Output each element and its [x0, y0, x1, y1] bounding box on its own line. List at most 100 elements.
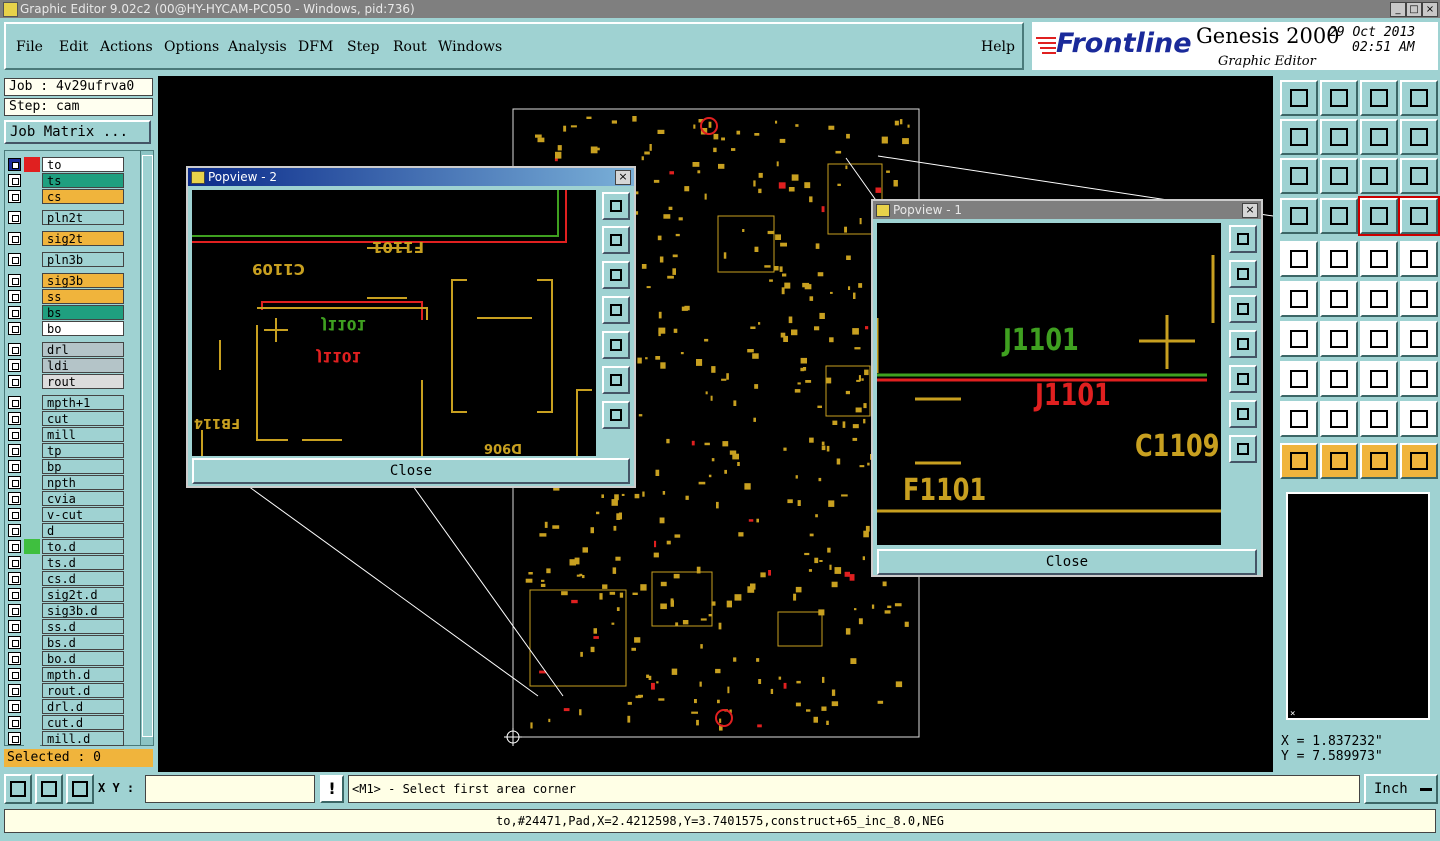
layer-color-swatch[interactable] — [24, 459, 40, 474]
tool-snap-icon[interactable] — [1280, 361, 1318, 397]
tool-select-poly-icon[interactable] — [1360, 443, 1398, 479]
layer-checkbox[interactable] — [8, 428, 21, 441]
layer-checkbox[interactable] — [8, 588, 21, 601]
popview-pan-right-button[interactable] — [602, 331, 630, 359]
layer-color-swatch[interactable] — [24, 539, 40, 554]
tool-layers-a-icon[interactable] — [1358, 196, 1400, 236]
layer-color-swatch[interactable] — [24, 252, 40, 267]
layer-row-bs[interactable]: bs — [6, 305, 124, 320]
layer-row-ss.d[interactable]: ss.d — [6, 619, 124, 634]
layer-row-bo[interactable]: bo — [6, 321, 124, 336]
layer-row-rout.d[interactable]: rout.d — [6, 683, 124, 698]
layer-checkbox[interactable] — [8, 492, 21, 505]
layer-row-ts[interactable]: ts — [6, 173, 124, 188]
layer-name[interactable]: bo.d — [42, 651, 124, 666]
layer-checkbox[interactable] — [8, 375, 21, 388]
layer-name[interactable]: ss — [42, 289, 124, 304]
grid-icon[interactable] — [66, 774, 94, 804]
popview-pan-right-button[interactable] — [1229, 365, 1257, 393]
tool-import-icon[interactable] — [1280, 119, 1318, 155]
close-icon[interactable]: × — [1422, 2, 1438, 17]
tool-flip-icon[interactable] — [1400, 321, 1438, 357]
layer-name[interactable]: rout.d — [42, 683, 124, 698]
tool-scale-icon[interactable] — [1360, 158, 1398, 194]
layer-name[interactable]: to — [42, 157, 124, 172]
layer-row-cut.d[interactable]: cut.d — [6, 715, 124, 730]
layer-color-swatch[interactable] — [24, 587, 40, 602]
popview-zoom-in-button[interactable] — [602, 366, 630, 394]
layer-row-ss[interactable]: ss — [6, 289, 124, 304]
layer-row-drl.d[interactable]: drl.d — [6, 699, 124, 714]
layer-name[interactable]: npth — [42, 475, 124, 490]
layer-color-swatch[interactable] — [24, 507, 40, 522]
layer-checkbox[interactable] — [8, 306, 21, 319]
layer-name[interactable]: to.d — [42, 539, 124, 554]
menu-options[interactable]: Options — [164, 39, 219, 55]
layer-checkbox[interactable] — [8, 322, 21, 335]
layer-color-swatch[interactable] — [24, 443, 40, 458]
layer-checkbox[interactable] — [8, 716, 21, 729]
layer-name[interactable]: cs — [42, 189, 124, 204]
menu-rout[interactable]: Rout — [393, 39, 427, 55]
tool-fit-icon[interactable] — [1280, 158, 1318, 194]
layer-color-swatch[interactable] — [24, 651, 40, 666]
layer-name[interactable]: cvia — [42, 491, 124, 506]
layer-checkbox[interactable] — [8, 232, 21, 245]
popview-zoom-out-button[interactable] — [1229, 435, 1257, 463]
popview-2-titlebar[interactable]: Popview - 2 × — [188, 168, 634, 186]
layer-checkbox[interactable] — [8, 253, 21, 266]
layer-color-swatch[interactable] — [24, 571, 40, 586]
tool-ring-icon[interactable] — [1400, 361, 1438, 397]
layer-row-to[interactable]: to — [6, 157, 124, 172]
layer-color-swatch[interactable] — [24, 289, 40, 304]
layer-row-npth[interactable]: npth — [6, 475, 124, 490]
tool-home-icon[interactable] — [1360, 80, 1398, 116]
layer-checkbox[interactable] — [8, 684, 21, 697]
layer-color-swatch[interactable] — [24, 427, 40, 442]
layer-name[interactable]: cut — [42, 411, 124, 426]
layer-name[interactable]: ldi — [42, 358, 124, 373]
menu-dfm[interactable]: DFM — [298, 39, 333, 55]
tool-select-box-icon[interactable] — [1320, 443, 1358, 479]
layer-checkbox[interactable] — [8, 524, 21, 537]
popview-pan-left-button[interactable] — [1229, 330, 1257, 358]
tool-draw-icon[interactable] — [1400, 401, 1438, 437]
close-icon[interactable]: × — [1242, 203, 1258, 218]
layer-row-mpth+1[interactable]: mpth+1 — [6, 395, 124, 410]
tool-dimension-icon[interactable] — [1360, 361, 1398, 397]
layer-name[interactable]: drl — [42, 342, 124, 357]
menu-actions[interactable]: Actions — [100, 39, 153, 55]
layer-color-swatch[interactable] — [24, 305, 40, 320]
layer-list-scrollbar[interactable] — [140, 151, 153, 745]
layer-color-swatch[interactable] — [24, 603, 40, 618]
tool-cross-icon[interactable] — [1320, 281, 1358, 317]
layer-name[interactable]: cs.d — [42, 571, 124, 586]
layer-name[interactable]: rout — [42, 374, 124, 389]
layer-checkbox[interactable] — [8, 412, 21, 425]
tool-ruler-icon[interactable] — [1360, 241, 1398, 277]
layer-color-swatch[interactable] — [24, 210, 40, 225]
units-selector[interactable]: Inch — [1364, 774, 1438, 804]
layer-checkbox[interactable] — [8, 572, 21, 585]
tool-circle-icon[interactable] — [1400, 241, 1438, 277]
layer-row-drl[interactable]: drl — [6, 342, 124, 357]
layer-name[interactable]: sig3b — [42, 273, 124, 288]
layer-checkbox[interactable] — [8, 652, 21, 665]
layer-name[interactable]: sig2t — [42, 231, 124, 246]
menu-edit[interactable]: Edit — [59, 39, 88, 55]
layer-row-v-cut[interactable]: v-cut — [6, 507, 124, 522]
layer-name[interactable]: mill — [42, 427, 124, 442]
tool-select-net-icon[interactable] — [1400, 443, 1438, 479]
layer-name[interactable]: pln3b — [42, 252, 124, 267]
layer-checkbox[interactable] — [8, 636, 21, 649]
layer-name[interactable]: bs — [42, 305, 124, 320]
tool-center-icon[interactable] — [1320, 158, 1358, 194]
layer-color-swatch[interactable] — [24, 374, 40, 389]
measure-icon[interactable] — [35, 774, 63, 804]
tool-join-icon[interactable] — [1320, 361, 1358, 397]
layer-name[interactable]: sig2t.d — [42, 587, 124, 602]
layer-checkbox[interactable] — [8, 343, 21, 356]
overview-map[interactable]: × — [1286, 492, 1430, 720]
layer-row-sig2t.d[interactable]: sig2t.d — [6, 587, 124, 602]
menu-help[interactable]: Help — [981, 39, 1015, 55]
